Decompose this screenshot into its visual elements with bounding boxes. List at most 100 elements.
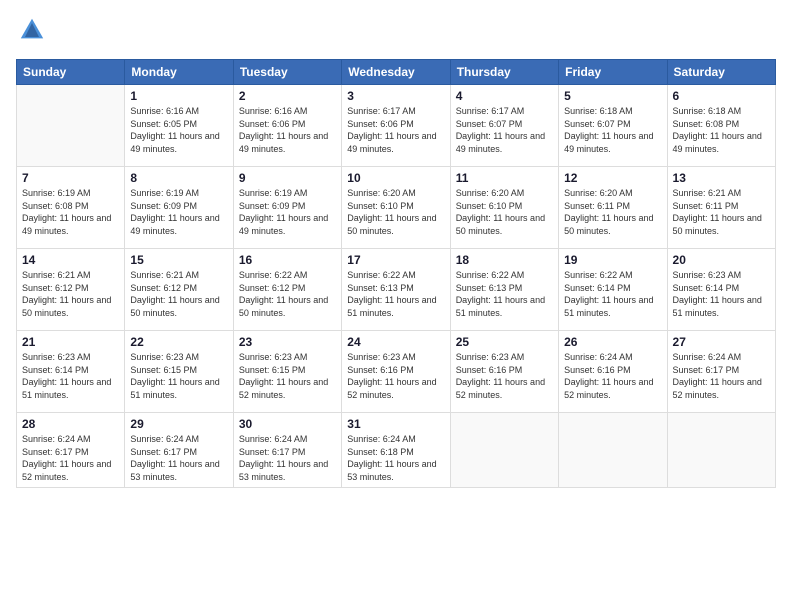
- day-info: Sunrise: 6:24 AMSunset: 6:16 PMDaylight:…: [564, 351, 661, 401]
- day-info: Sunrise: 6:23 AMSunset: 6:14 PMDaylight:…: [22, 351, 119, 401]
- day-info: Sunrise: 6:21 AMSunset: 6:11 PMDaylight:…: [673, 187, 770, 237]
- calendar-cell: 16 Sunrise: 6:22 AMSunset: 6:12 PMDayligh…: [233, 249, 341, 331]
- day-info: Sunrise: 6:20 AMSunset: 6:10 PMDaylight:…: [347, 187, 444, 237]
- calendar-cell: 27Sunrise: 6:24 AMSunset: 6:17 PMDayligh…: [667, 331, 775, 413]
- day-info: Sunrise: 6:19 AMSunset: 6:09 PMDaylight:…: [239, 187, 336, 237]
- day-info: Sunrise: 6:23 AMSunset: 6:16 PMDaylight:…: [456, 351, 553, 401]
- day-number: 1: [130, 89, 227, 103]
- day-number: 13: [673, 171, 770, 185]
- day-number: 16: [239, 253, 336, 267]
- day-info: Sunrise: 6:18 AMSunset: 6:07 PMDaylight:…: [564, 105, 661, 155]
- calendar-cell: 9Sunrise: 6:19 AMSunset: 6:09 PMDaylight…: [233, 167, 341, 249]
- calendar-cell: 26 Sunrise: 6:24 AMSunset: 6:16 PMDayligh…: [559, 331, 667, 413]
- day-info: Sunrise: 6:21 AMSunset: 6:12 PMDaylight:…: [130, 269, 227, 319]
- day-number: 20: [673, 253, 770, 267]
- calendar-cell: 17 Sunrise: 6:22 AMSunset: 6:13 PMDayligh…: [342, 249, 450, 331]
- logo: [16, 16, 46, 49]
- day-number: 8: [130, 171, 227, 185]
- calendar-week-row: 28 Sunrise: 6:24 AMSunset: 6:17 PMDayligh…: [17, 413, 776, 488]
- calendar-header-wednesday: Wednesday: [342, 60, 450, 85]
- day-info: Sunrise: 6:23 AMSunset: 6:14 PMDaylight:…: [673, 269, 770, 319]
- calendar-header-friday: Friday: [559, 60, 667, 85]
- calendar-cell: 2Sunrise: 6:16 AMSunset: 6:06 PMDaylight…: [233, 85, 341, 167]
- day-info: Sunrise: 6:22 AMSunset: 6:13 PMDaylight:…: [347, 269, 444, 319]
- day-number: 22: [130, 335, 227, 349]
- calendar-cell: 31Sunrise: 6:24 AMSunset: 6:18 PMDayligh…: [342, 413, 450, 488]
- calendar-cell: 19 Sunrise: 6:22 AMSunset: 6:14 PMDayligh…: [559, 249, 667, 331]
- calendar-cell: 23 Sunrise: 6:23 AMSunset: 6:15 PMDayligh…: [233, 331, 341, 413]
- calendar-cell: 3Sunrise: 6:17 AMSunset: 6:06 PMDaylight…: [342, 85, 450, 167]
- day-info: Sunrise: 6:24 AMSunset: 6:17 PMDaylight:…: [130, 433, 227, 483]
- day-number: 18: [456, 253, 553, 267]
- day-number: 6: [673, 89, 770, 103]
- day-number: 17: [347, 253, 444, 267]
- calendar-cell: 25 Sunrise: 6:23 AMSunset: 6:16 PMDayligh…: [450, 331, 558, 413]
- day-number: 26: [564, 335, 661, 349]
- calendar-header-sunday: Sunday: [17, 60, 125, 85]
- calendar-cell: 30 Sunrise: 6:24 AMSunset: 6:17 PMDayligh…: [233, 413, 341, 488]
- day-info: Sunrise: 6:20 AMSunset: 6:11 PMDaylight:…: [564, 187, 661, 237]
- calendar-cell: 12 Sunrise: 6:20 AMSunset: 6:11 PMDayligh…: [559, 167, 667, 249]
- calendar-cell: 13 Sunrise: 6:21 AMSunset: 6:11 PMDayligh…: [667, 167, 775, 249]
- calendar-header-row: SundayMondayTuesdayWednesdayThursdayFrid…: [17, 60, 776, 85]
- day-number: 7: [22, 171, 119, 185]
- calendar-week-row: 21 Sunrise: 6:23 AMSunset: 6:14 PMDayligh…: [17, 331, 776, 413]
- day-number: 31: [347, 417, 444, 431]
- day-number: 29: [130, 417, 227, 431]
- day-number: 4: [456, 89, 553, 103]
- day-number: 25: [456, 335, 553, 349]
- day-info: Sunrise: 6:22 AMSunset: 6:12 PMDaylight:…: [239, 269, 336, 319]
- calendar-cell: [667, 413, 775, 488]
- calendar-cell: 22 Sunrise: 6:23 AMSunset: 6:15 PMDayligh…: [125, 331, 233, 413]
- calendar-header-thursday: Thursday: [450, 60, 558, 85]
- day-info: Sunrise: 6:23 AMSunset: 6:15 PMDaylight:…: [239, 351, 336, 401]
- calendar-cell: 10 Sunrise: 6:20 AMSunset: 6:10 PMDayligh…: [342, 167, 450, 249]
- calendar-cell: 15 Sunrise: 6:21 AMSunset: 6:12 PMDayligh…: [125, 249, 233, 331]
- calendar-table: SundayMondayTuesdayWednesdayThursdayFrid…: [16, 59, 776, 488]
- calendar-cell: 29 Sunrise: 6:24 AMSunset: 6:17 PMDayligh…: [125, 413, 233, 488]
- calendar-cell: 7 Sunrise: 6:19 AMSunset: 6:08 PMDaylight…: [17, 167, 125, 249]
- calendar-cell: 20 Sunrise: 6:23 AMSunset: 6:14 PMDayligh…: [667, 249, 775, 331]
- calendar-cell: 1 Sunrise: 6:16 AMSunset: 6:05 PMDaylight…: [125, 85, 233, 167]
- logo-icon: [18, 16, 46, 44]
- day-info: Sunrise: 6:22 AMSunset: 6:13 PMDaylight:…: [456, 269, 553, 319]
- day-info: Sunrise: 6:21 AMSunset: 6:12 PMDaylight:…: [22, 269, 119, 319]
- calendar-cell: 24 Sunrise: 6:23 AMSunset: 6:16 PMDayligh…: [342, 331, 450, 413]
- day-number: 15: [130, 253, 227, 267]
- calendar-cell: 18 Sunrise: 6:22 AMSunset: 6:13 PMDayligh…: [450, 249, 558, 331]
- day-number: 10: [347, 171, 444, 185]
- calendar-header-saturday: Saturday: [667, 60, 775, 85]
- day-number: 12: [564, 171, 661, 185]
- day-info: Sunrise: 6:22 AMSunset: 6:14 PMDaylight:…: [564, 269, 661, 319]
- calendar-cell: 28 Sunrise: 6:24 AMSunset: 6:17 PMDayligh…: [17, 413, 125, 488]
- calendar-cell: 21 Sunrise: 6:23 AMSunset: 6:14 PMDayligh…: [17, 331, 125, 413]
- day-info: Sunrise: 6:17 AMSunset: 6:07 PMDaylight:…: [456, 105, 553, 155]
- day-info: Sunrise: 6:19 AMSunset: 6:08 PMDaylight:…: [22, 187, 119, 237]
- day-info: Sunrise: 6:20 AMSunset: 6:10 PMDaylight:…: [456, 187, 553, 237]
- day-number: 19: [564, 253, 661, 267]
- calendar-week-row: 14Sunrise: 6:21 AMSunset: 6:12 PMDayligh…: [17, 249, 776, 331]
- day-number: 28: [22, 417, 119, 431]
- calendar-cell: 8Sunrise: 6:19 AMSunset: 6:09 PMDaylight…: [125, 167, 233, 249]
- day-number: 3: [347, 89, 444, 103]
- day-number: 5: [564, 89, 661, 103]
- calendar-cell: 5 Sunrise: 6:18 AMSunset: 6:07 PMDaylight…: [559, 85, 667, 167]
- day-info: Sunrise: 6:23 AMSunset: 6:15 PMDaylight:…: [130, 351, 227, 401]
- day-number: 24: [347, 335, 444, 349]
- calendar-header-tuesday: Tuesday: [233, 60, 341, 85]
- calendar-cell: 14Sunrise: 6:21 AMSunset: 6:12 PMDayligh…: [17, 249, 125, 331]
- day-info: Sunrise: 6:24 AMSunset: 6:17 PMDaylight:…: [239, 433, 336, 483]
- day-info: Sunrise: 6:24 AMSunset: 6:17 PMDaylight:…: [673, 351, 770, 401]
- day-info: Sunrise: 6:24 AMSunset: 6:17 PMDaylight:…: [22, 433, 119, 483]
- calendar-week-row: 7 Sunrise: 6:19 AMSunset: 6:08 PMDaylight…: [17, 167, 776, 249]
- day-info: Sunrise: 6:16 AMSunset: 6:05 PMDaylight:…: [130, 105, 227, 155]
- day-info: Sunrise: 6:18 AMSunset: 6:08 PMDaylight:…: [673, 105, 770, 155]
- day-number: 11: [456, 171, 553, 185]
- day-number: 30: [239, 417, 336, 431]
- calendar-cell: [559, 413, 667, 488]
- calendar-cell: 4 Sunrise: 6:17 AMSunset: 6:07 PMDaylight…: [450, 85, 558, 167]
- day-info: Sunrise: 6:23 AMSunset: 6:16 PMDaylight:…: [347, 351, 444, 401]
- day-number: 23: [239, 335, 336, 349]
- calendar-header-monday: Monday: [125, 60, 233, 85]
- day-number: 21: [22, 335, 119, 349]
